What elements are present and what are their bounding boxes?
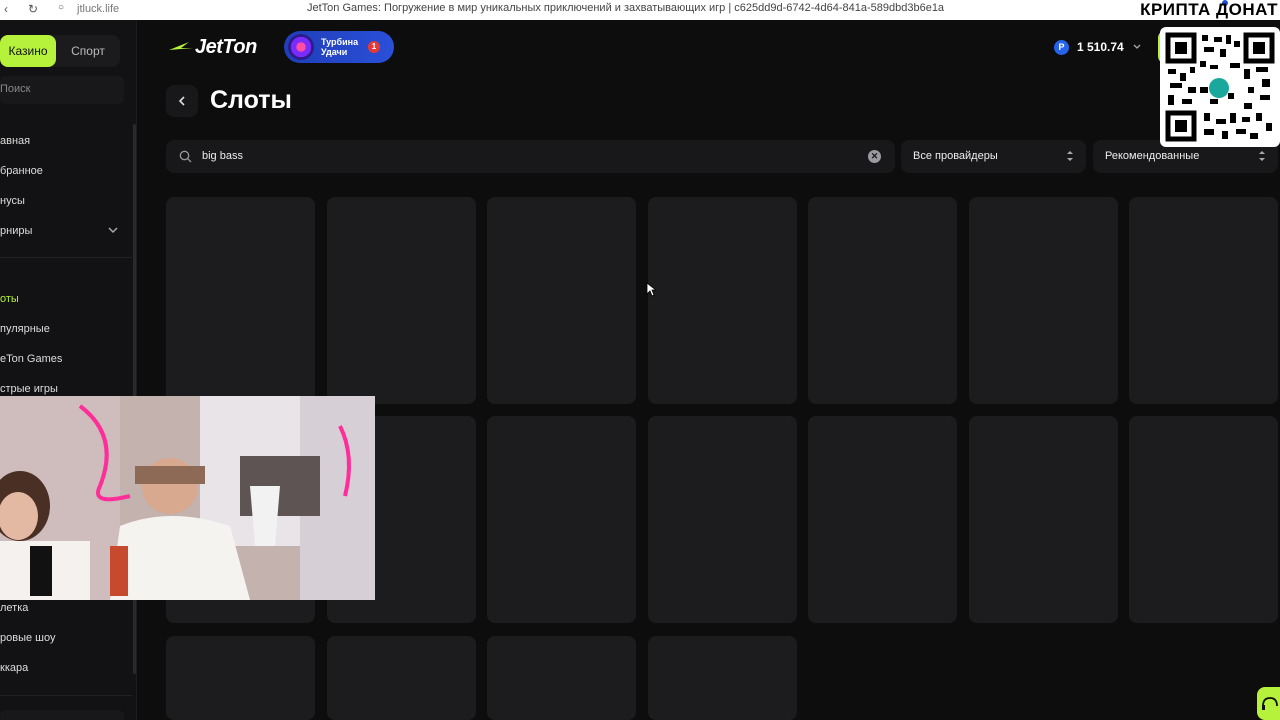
address-bar[interactable]: jtluck.life xyxy=(77,3,119,15)
game-tile[interactable] xyxy=(648,416,797,623)
sidebar-item-slots[interactable]: оты xyxy=(0,284,130,314)
game-tile[interactable] xyxy=(327,197,476,404)
sort-arrows-icon xyxy=(1259,151,1265,161)
game-tile[interactable] xyxy=(808,416,957,623)
game-tile[interactable] xyxy=(969,416,1118,623)
search-value: big bass xyxy=(202,150,243,162)
mouse-cursor-icon xyxy=(646,282,656,297)
page-tab-title: JetTon Games: Погружение в мир уникальны… xyxy=(307,2,945,14)
stream-overlay-caption: КРИПТА ДОНАТ xyxy=(1140,0,1278,19)
game-tile[interactable] xyxy=(648,197,797,404)
tab-casino[interactable]: Казино xyxy=(0,35,56,67)
game-tile[interactable] xyxy=(166,197,315,404)
sidebar-item-baccarat[interactable]: ккара xyxy=(0,653,130,683)
product-tabs: Казино Спорт xyxy=(0,35,120,67)
back-button[interactable] xyxy=(166,85,198,117)
turbo-count-badge: 1 xyxy=(368,41,380,53)
logo-text[interactable]: JetTon xyxy=(195,36,257,59)
app-root: ‹ ↻ ○ jtluck.life JetTon Games: Погружен… xyxy=(0,0,1280,720)
reload-icon[interactable]: ↻ xyxy=(28,2,38,16)
sidebar-menu-categories: оты пулярные eTon Games стрые игры xyxy=(0,284,130,404)
sidebar-item-favorites[interactable]: бранное xyxy=(0,156,130,186)
streamer-webcam xyxy=(0,396,375,600)
browser-bar: ‹ ↻ ○ jtluck.life JetTon Games: Погружен… xyxy=(0,0,1280,20)
wheel-icon xyxy=(288,34,314,60)
sidebar: Казино Спорт Поиск авная бранное нусы рн… xyxy=(0,20,137,720)
tab-sport[interactable]: Спорт xyxy=(56,35,120,67)
sidebar-item-jetton-games[interactable]: eTon Games xyxy=(0,344,130,374)
provider-select[interactable]: Все провайдеры xyxy=(901,140,1086,173)
sidebar-item-bonuses[interactable]: нусы xyxy=(0,186,130,216)
sidebar-item-popular[interactable]: пулярные xyxy=(0,314,130,344)
chevron-left-icon xyxy=(178,96,185,106)
support-chat-button[interactable] xyxy=(1257,687,1280,720)
heart-gem-icon xyxy=(1209,78,1229,98)
turbo-luck-button[interactable]: Турбина Удачи 1 xyxy=(284,31,394,63)
page-title: Слоты xyxy=(210,86,292,114)
headset-icon xyxy=(1262,697,1278,710)
chevron-down-icon xyxy=(108,227,118,234)
game-search-input[interactable]: big bass ✕ xyxy=(166,140,895,173)
turbo-label: Турбина Удачи xyxy=(321,37,359,57)
game-tile[interactable] xyxy=(487,197,636,404)
game-tile[interactable] xyxy=(808,197,957,404)
sort-arrows-icon xyxy=(1067,151,1073,161)
webcam-video-icon xyxy=(0,396,375,600)
game-tile[interactable] xyxy=(327,636,476,720)
balance-dropdown[interactable]: P 1 510.74 xyxy=(1046,31,1146,63)
game-tile[interactable] xyxy=(487,416,636,623)
sidebar-bottom-button[interactable] xyxy=(0,710,124,720)
search-icon xyxy=(179,150,192,163)
sidebar-item-home[interactable]: авная xyxy=(0,126,130,156)
sidebar-menu-top: авная бранное нусы рниры xyxy=(0,126,130,246)
sidebar-item-tournaments[interactable]: рниры xyxy=(0,216,130,246)
site-info-icon[interactable]: ○ xyxy=(58,2,64,13)
clear-search-icon[interactable]: ✕ xyxy=(868,150,881,163)
sidebar-divider xyxy=(0,257,132,258)
game-tile[interactable] xyxy=(166,636,315,720)
sidebar-search-input[interactable]: Поиск xyxy=(0,76,124,104)
game-tile[interactable] xyxy=(1129,416,1278,623)
balance-value: 1 510.74 xyxy=(1077,40,1124,54)
game-tile[interactable] xyxy=(648,636,797,720)
sidebar-item-game-shows[interactable]: ровые шоу xyxy=(0,623,130,653)
game-tile[interactable] xyxy=(1129,197,1278,404)
game-tile[interactable] xyxy=(969,197,1118,404)
sidebar-divider xyxy=(0,695,132,696)
chevron-down-icon xyxy=(1133,44,1141,49)
game-tile[interactable] xyxy=(487,636,636,720)
ruble-coin-icon: P xyxy=(1054,39,1069,55)
sidebar-item-label: рниры xyxy=(0,225,33,237)
sidebar-menu-bottom: летка ровые шоу ккара xyxy=(0,593,130,683)
back-nav-icon[interactable]: ‹ xyxy=(4,2,8,16)
